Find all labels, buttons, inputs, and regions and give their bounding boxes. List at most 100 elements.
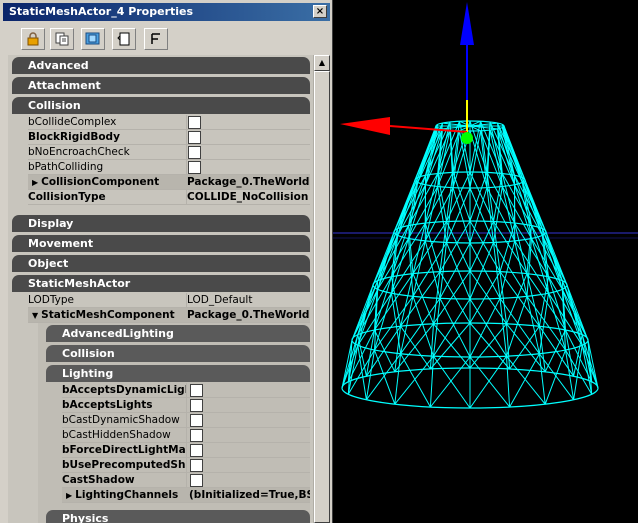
mesh-edge [469, 271, 501, 324]
category-display[interactable]: Display [12, 215, 310, 232]
property-name: LODType [28, 294, 74, 306]
view-icon [85, 32, 100, 45]
mesh-edge [538, 353, 575, 401]
expand-arrow-icon[interactable]: ▶ [66, 488, 72, 503]
category-staticmeshactor[interactable]: StaticMeshActor [12, 275, 310, 292]
bforcedirectlightmap-checkbox[interactable] [190, 444, 203, 457]
property-name: bPathColliding [28, 161, 104, 173]
vertical-scrollbar[interactable]: ▲ [313, 55, 330, 523]
bcastdynamicshadow-checkbox[interactable] [190, 414, 203, 427]
property-name: bCastHiddenShadow [62, 429, 171, 441]
property-row[interactable]: bCastHiddenShadow [62, 428, 310, 443]
mesh-edge [365, 353, 402, 401]
property-name: CollisionType [28, 191, 106, 203]
bcasthiddenshadow-checkbox[interactable] [190, 429, 203, 442]
property-name: bAcceptsDynamicLigh [62, 384, 186, 396]
property-row[interactable]: bPathColliding [28, 160, 310, 175]
mesh-edge [412, 273, 434, 324]
x-axis-arrow[interactable] [340, 117, 390, 135]
sort-icon [151, 33, 160, 44]
mesh-edge [469, 221, 494, 272]
category-lighting[interactable]: Lighting [46, 365, 310, 382]
bacceptsdynamiclights-checkbox[interactable] [190, 384, 203, 397]
title-bar[interactable]: StaticMeshActor_4 Properties × [3, 3, 330, 21]
property-row[interactable]: LODType LOD_Default [28, 293, 310, 308]
property-row[interactable]: bAcceptsDynamicLigh [62, 383, 310, 398]
mesh-edge [493, 221, 528, 274]
property-row[interactable]: CollisionType COLLIDE_NoCollision [28, 190, 310, 205]
property-row[interactable]: BlockRigidBody [28, 130, 310, 145]
mesh-edge [341, 334, 359, 389]
x-axis-line[interactable] [389, 125, 468, 133]
property-label: CollisionComponent [41, 176, 160, 188]
property-value[interactable]: COLLIDE_NoCollision [187, 190, 310, 205]
property-row[interactable]: CastShadow [62, 473, 310, 488]
property-value[interactable]: Package_0.TheWorld. [187, 308, 310, 323]
category-object[interactable]: Object [12, 255, 310, 272]
property-value[interactable]: LOD_Default [187, 293, 310, 308]
property-row[interactable]: bCastDynamicShadow [62, 413, 310, 428]
category-movement[interactable]: Movement [12, 235, 310, 252]
mesh-edge [506, 273, 528, 324]
category-collision-sub[interactable]: Collision [46, 345, 310, 362]
property-value[interactable]: (bInitialized=True,BS [189, 488, 310, 503]
property-label: StaticMeshComponent [41, 309, 175, 321]
property-row[interactable]: bUsePrecomputedSha [62, 458, 310, 473]
sort-button[interactable] [144, 28, 168, 50]
mesh-edge [446, 221, 471, 272]
property-row[interactable]: bForceDirectLightMap [62, 443, 310, 458]
bpathcolliding-checkbox[interactable] [188, 161, 201, 174]
property-row[interactable]: bNoEncroachCheck [28, 145, 310, 160]
property-row-lightingchannels[interactable]: ▶ LightingChannels (bInitialized=True,BS [62, 488, 310, 503]
mesh-edge [374, 349, 396, 405]
view-button[interactable] [81, 28, 105, 50]
scroll-up-arrow-icon[interactable]: ▲ [314, 55, 330, 71]
category-collision[interactable]: Collision [12, 97, 310, 114]
toolbar [3, 23, 330, 53]
property-name: BlockRigidBody [28, 131, 120, 143]
bcollidecomplex-checkbox[interactable] [188, 116, 201, 129]
property-row-staticmeshcomponent[interactable]: ▼ StaticMeshComponent Package_0.TheWorld. [28, 308, 310, 323]
pivot-point[interactable] [461, 132, 473, 144]
category-advanced[interactable]: Advanced [12, 57, 310, 74]
copy-button[interactable] [50, 28, 74, 50]
blockrigidbody-checkbox[interactable] [188, 131, 201, 144]
bacceptslights-checkbox[interactable] [190, 399, 203, 412]
property-name: bNoEncroachCheck [28, 146, 130, 158]
mesh-edge [412, 221, 447, 274]
property-name: bAcceptsLights [62, 399, 153, 411]
property-name: ▶ CollisionComponent [32, 175, 159, 190]
copy-icon [55, 32, 69, 46]
window-title: StaticMeshActor_4 Properties [9, 5, 194, 18]
close-button[interactable]: × [313, 5, 327, 18]
property-row[interactable]: bAcceptsLights [62, 398, 310, 413]
property-label: LightingChannels [75, 489, 179, 501]
property-name: bUsePrecomputedSha [62, 459, 186, 471]
property-name: ▶ LightingChannels [66, 488, 178, 503]
buseprecomputedshadows-checkbox[interactable] [190, 459, 203, 472]
property-name: CastShadow [62, 474, 135, 486]
cone-wireframe-mesh[interactable] [341, 120, 599, 409]
z-axis-arrow[interactable] [460, 2, 474, 45]
collapse-arrow-icon[interactable]: ▼ [32, 308, 38, 323]
page-icon [117, 32, 130, 46]
page-button[interactable] [112, 28, 136, 50]
property-row-collisioncomponent[interactable]: ▶ CollisionComponent Package_0.TheWorld. [28, 175, 310, 190]
mesh-edge [439, 271, 471, 324]
expand-arrow-icon[interactable]: ▶ [32, 175, 38, 190]
lock-button[interactable] [21, 28, 45, 50]
bnoencroachcheck-checkbox[interactable] [188, 146, 201, 159]
property-name: ▼ StaticMeshComponent [32, 308, 175, 323]
properties-window: StaticMeshActor_4 Properties × Advanced … [0, 0, 333, 523]
category-attachment[interactable]: Attachment [12, 77, 310, 94]
category-physics[interactable]: Physics [46, 510, 310, 523]
scrollbar-thumb[interactable] [314, 71, 330, 523]
property-row[interactable]: bCollideComplex [28, 115, 310, 130]
property-value[interactable]: Package_0.TheWorld. [187, 175, 310, 190]
category-advancedlighting[interactable]: AdvancedLighting [46, 325, 310, 342]
property-name: bCollideComplex [28, 116, 117, 128]
property-name: bForceDirectLightMap [62, 444, 186, 456]
castshadow-checkbox[interactable] [190, 474, 203, 487]
lock-icon [27, 32, 39, 46]
property-name: bCastDynamicShadow [62, 414, 180, 426]
